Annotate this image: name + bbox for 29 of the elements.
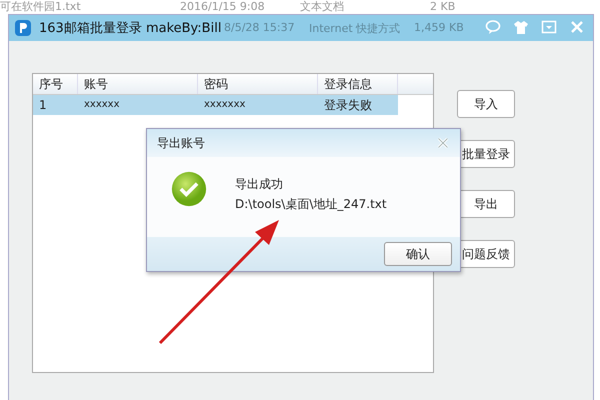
- chat-icon[interactable]: [485, 19, 501, 35]
- column-header: 序号: [33, 74, 78, 94]
- close-icon[interactable]: [436, 136, 450, 150]
- column-header: 密码: [198, 74, 318, 94]
- file-type: Internet 快捷方式: [309, 21, 400, 36]
- confirm-button[interactable]: 确认: [384, 242, 452, 266]
- file-path: D:\tools\桌面\地址_247.txt: [235, 196, 387, 213]
- file-name: 可在软件园1.txt: [0, 0, 81, 13]
- window-title: 163邮箱批量登录 makeBy:Bill: [39, 20, 222, 37]
- file-date: 8/5/28 15:37: [224, 21, 295, 34]
- table-cell-text: 登录失败: [323, 97, 373, 114]
- close-icon[interactable]: [569, 19, 585, 35]
- shirt-icon[interactable]: [513, 19, 529, 35]
- table-cell-text: xxxxxxx: [203, 98, 246, 112]
- action-button[interactable]: 导入: [457, 90, 515, 118]
- column-header: 登录信息: [318, 74, 398, 94]
- minimize-icon[interactable]: [541, 19, 557, 35]
- dialog-message: 导出成功: [235, 176, 284, 193]
- dialog-title: 导出账号: [157, 134, 205, 152]
- app-logo-icon: [15, 20, 31, 36]
- file-type: 文本文档: [300, 0, 344, 13]
- table-cell-text: 1: [38, 97, 48, 114]
- file-size: 2 KB: [430, 0, 456, 13]
- column-header: 账号: [78, 74, 198, 94]
- file-size: 1,459 KB: [414, 21, 464, 34]
- file-date: 2016/1/15 9:08: [180, 0, 265, 13]
- table-cell-text: xxxxxx: [83, 98, 121, 112]
- table-row[interactable]: 1 xxxxxx xxxxxxx 登录失败: [33, 95, 398, 115]
- success-check-icon: [171, 171, 207, 207]
